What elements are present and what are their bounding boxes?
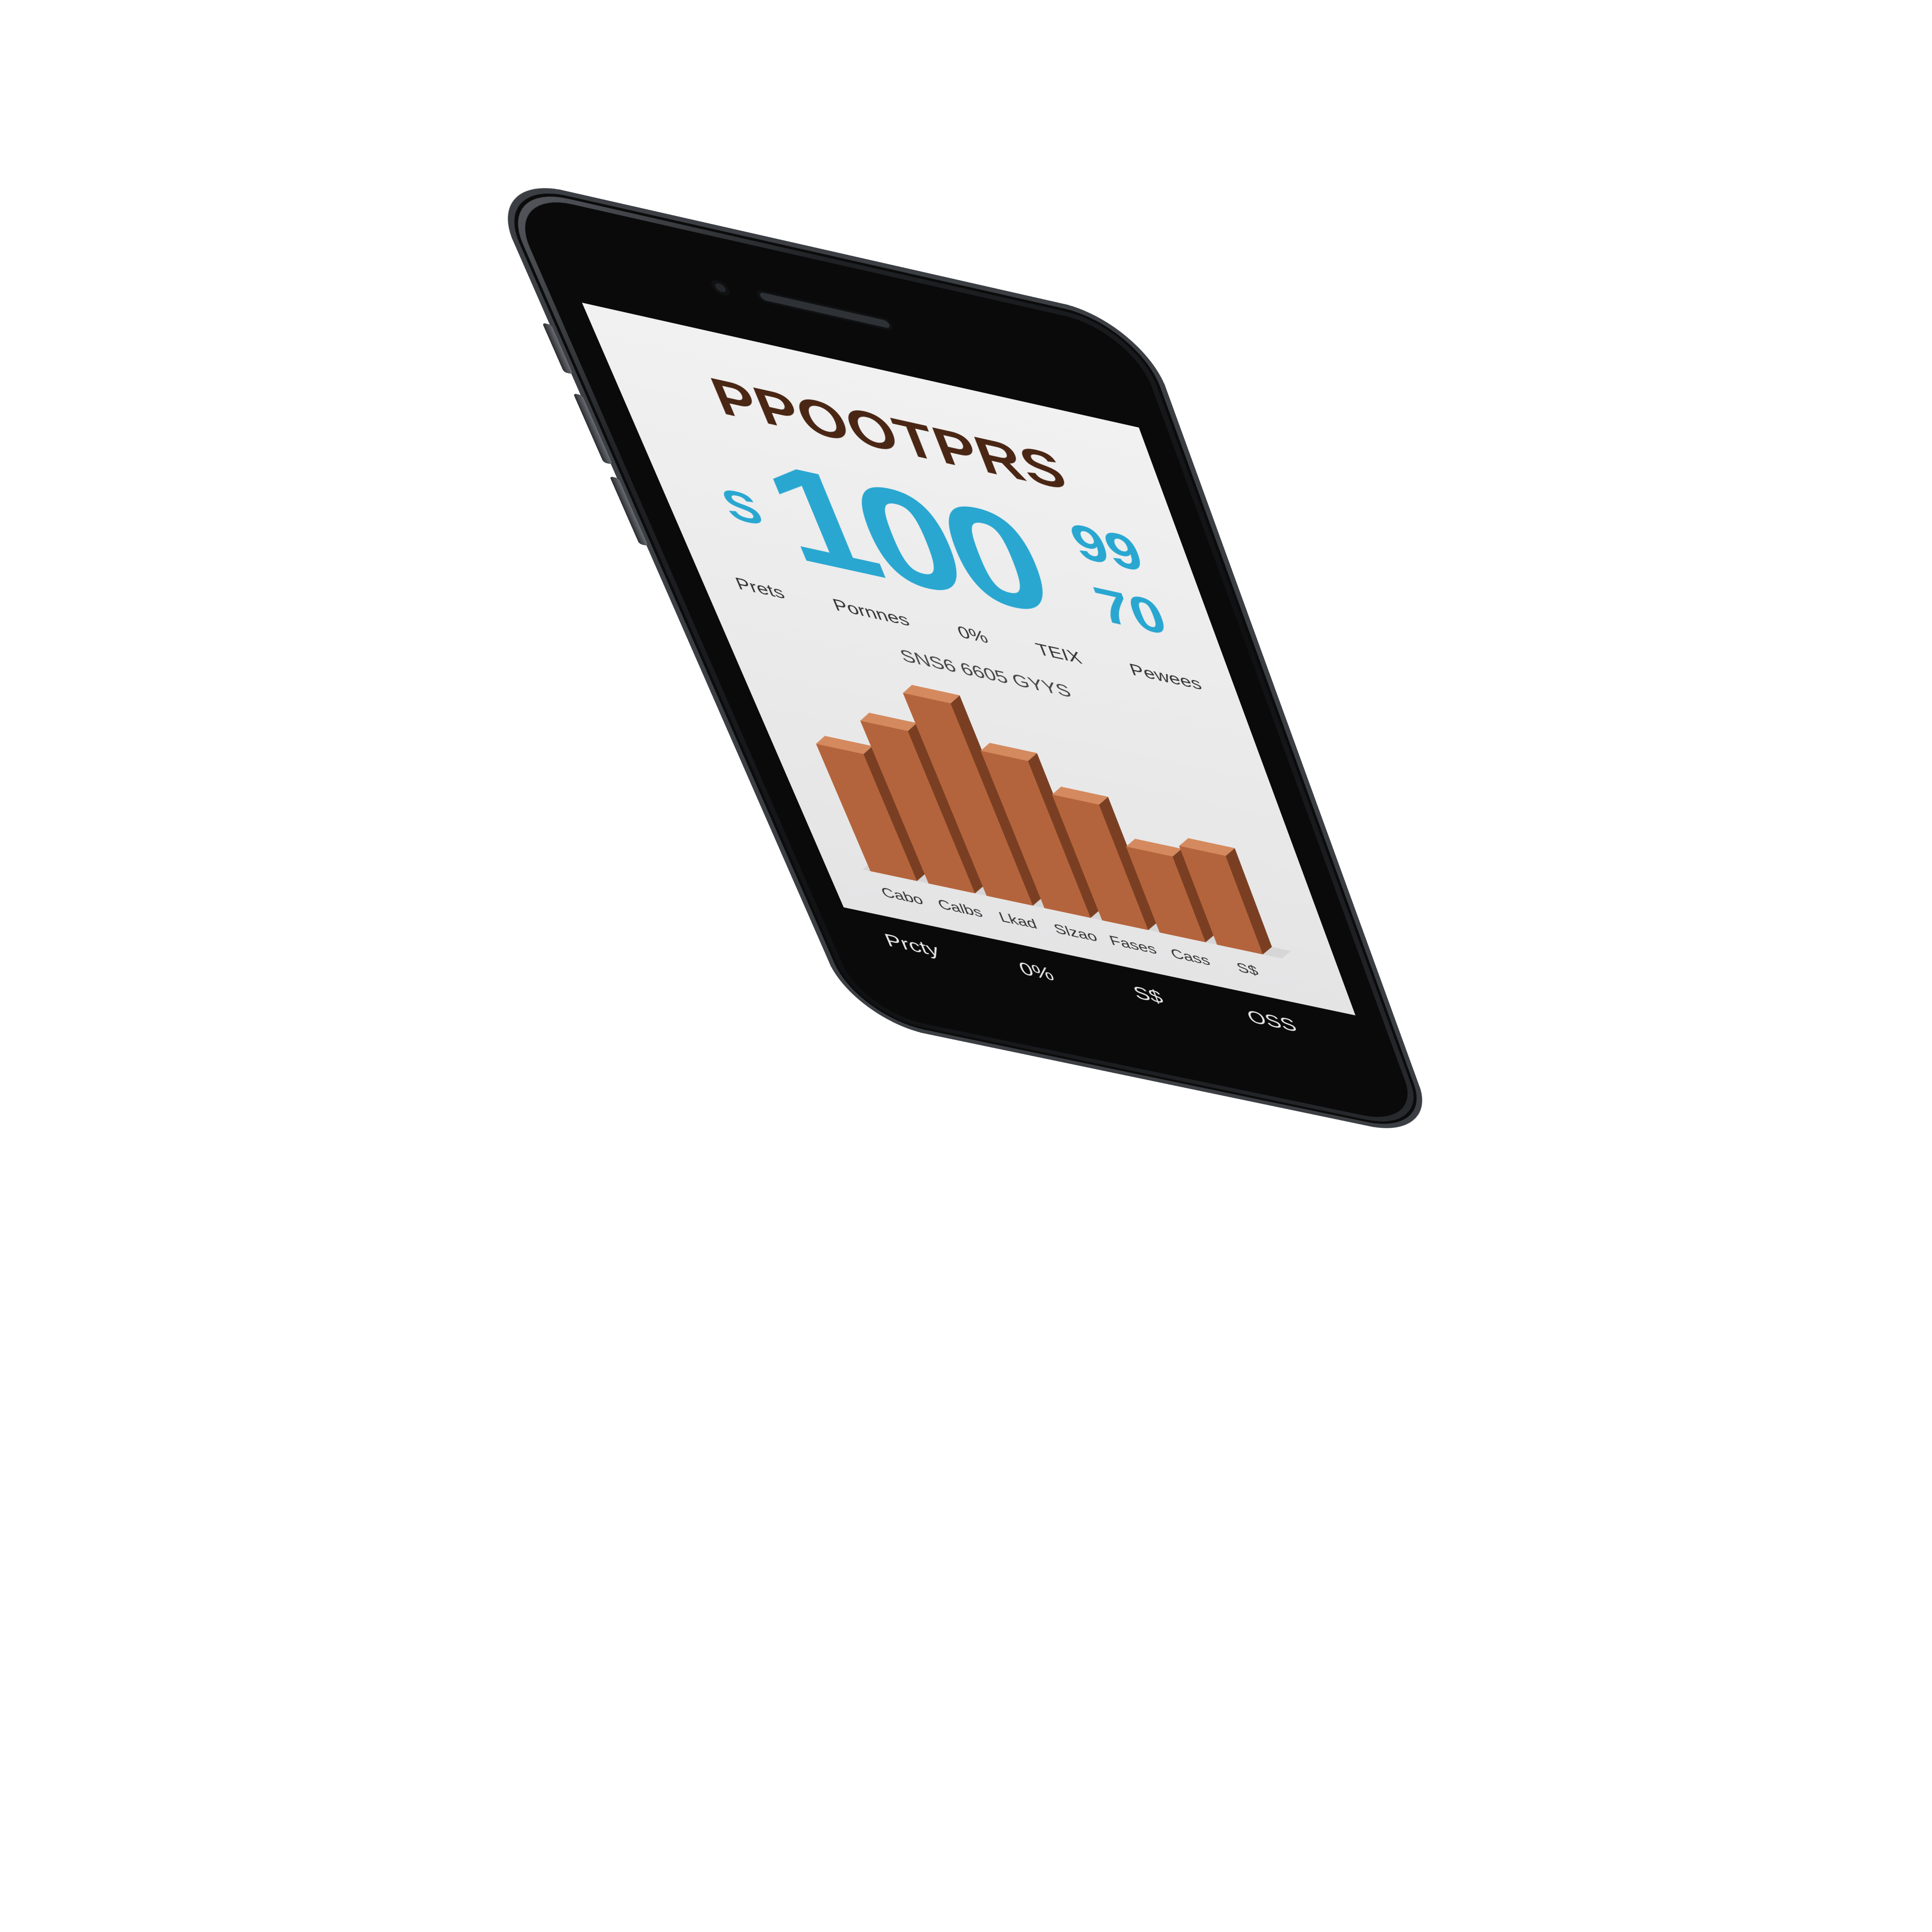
x-tick-label: Cabo (878, 884, 925, 908)
bottom-tab[interactable]: S$ (1130, 982, 1166, 1008)
x-tick-label: Cass (1168, 945, 1213, 968)
value-subscript: 70 (1086, 575, 1174, 646)
stat-label[interactable]: Prets (732, 574, 791, 610)
x-tick-label: Fases (1107, 933, 1159, 958)
value-superscript: 99 (1062, 511, 1151, 583)
x-tick-label: Lkad (996, 909, 1039, 932)
scene: PPOOTPRS S 100 99 70 Prets Pornnes 0% TE… (0, 0, 1932, 1932)
stat-label[interactable]: Pewees (1127, 660, 1207, 701)
bottom-tab[interactable]: Prcty (881, 929, 942, 961)
currency-symbol: S (714, 478, 770, 536)
phone: PPOOTPRS S 100 99 70 Prets Pornnes 0% TE… (483, 172, 1440, 1141)
x-tick-label: S$ (1234, 959, 1261, 979)
x-tick-label: Calbs (935, 896, 985, 921)
stat-label[interactable]: TEIX (1033, 639, 1088, 675)
x-tick-label: Slzao (1051, 921, 1099, 945)
bottom-tab[interactable]: 0% (1016, 958, 1057, 985)
bottom-tab[interactable]: OSS (1244, 1006, 1299, 1036)
